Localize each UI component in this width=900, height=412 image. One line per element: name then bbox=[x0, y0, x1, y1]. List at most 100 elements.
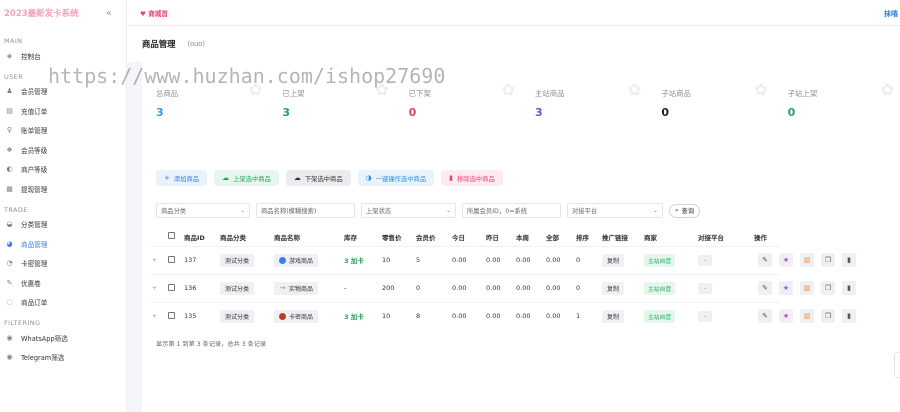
stats-row: 总商品 3 ✿ 已上架 3 ✿ 已下架 0 ✿ 主站商品 3 ✿ 子站商品 0 ✿ 子站上架 0 ✿ bbox=[142, 72, 900, 144]
sidebar-item-2[interactable]: ◔ 卡密管理 bbox=[0, 254, 126, 274]
row-ops: ✎ ★ ▥ ❐ ▮ bbox=[758, 309, 863, 323]
sidebar-item-0[interactable]: ◒ 分类管理 bbox=[0, 215, 126, 235]
chevron-down-icon: ⌄ bbox=[239, 207, 245, 214]
category-icon: ◒ bbox=[6, 220, 13, 229]
edit-icon[interactable]: ✎ bbox=[758, 309, 772, 323]
trash-icon[interactable]: ▮ bbox=[842, 281, 856, 295]
merchant-badge-cell: 主站自营 bbox=[642, 301, 696, 330]
sidebar-item-4[interactable]: ◐ 商户等级 bbox=[0, 160, 126, 180]
goods-name-cell: → 实物商品 bbox=[272, 273, 342, 302]
member-price-cell: 8 bbox=[414, 301, 450, 330]
merchant-level-icon: ◐ bbox=[6, 165, 13, 174]
col-header: 会员价 bbox=[416, 233, 436, 242]
goods-name-input[interactable]: 商品名称(模糊搜索) bbox=[256, 203, 355, 218]
sidebar-item-0[interactable]: ◉ WhatsApp筛选 bbox=[0, 328, 126, 348]
double-chevron-left-icon[interactable]: « bbox=[106, 8, 112, 19]
platform-value: - bbox=[698, 254, 712, 266]
star-icon[interactable]: ★ bbox=[779, 309, 793, 323]
edit-icon[interactable]: ✎ bbox=[758, 281, 772, 295]
card-list-icon[interactable]: ▥ bbox=[800, 253, 814, 267]
sales-week-cell: 0.00 bbox=[514, 301, 544, 330]
star-icon[interactable]: ★ bbox=[779, 281, 793, 295]
edit-icon[interactable]: ✎ bbox=[758, 253, 772, 267]
copy-icon[interactable]: ❐ bbox=[821, 253, 835, 267]
expand-icon[interactable]: + bbox=[152, 257, 157, 264]
bill-icon: ♀ bbox=[6, 126, 13, 135]
card-list-icon[interactable]: ▥ bbox=[800, 281, 814, 295]
paw-icon: ✿ bbox=[754, 80, 768, 99]
sales-yesterday-cell: 0.00 bbox=[484, 273, 514, 302]
sidebar-item-1[interactable]: ▤ 充值订单 bbox=[0, 101, 126, 121]
add-goods-button[interactable]: + 添加商品 bbox=[156, 170, 208, 186]
shelf-on-button[interactable]: ☁ 上架选中商品 bbox=[214, 170, 279, 186]
col-header: 排序 bbox=[576, 233, 589, 242]
category-select[interactable]: 商品分类 ⌄ bbox=[156, 203, 250, 218]
sidebar-item-3[interactable]: ✎ 优惠卷 bbox=[0, 273, 126, 293]
sidebar-item-0[interactable]: ◈ 控制台 bbox=[0, 46, 126, 66]
stat-card: 子站上架 0 ✿ bbox=[774, 72, 900, 144]
card-icon bbox=[279, 312, 286, 320]
select-all-checkbox[interactable] bbox=[168, 232, 175, 240]
platform-select[interactable]: 对接平台 ⌄ bbox=[567, 203, 663, 218]
expand-icon[interactable]: + bbox=[152, 313, 157, 320]
goods-name-tag[interactable]: 游戏商品 bbox=[274, 253, 319, 267]
goods-name: 实物商品 bbox=[289, 285, 314, 293]
col-header: 推广链接 bbox=[602, 233, 628, 242]
toolbar: + 添加商品 ☁ 上架选中商品 ☁ 下架选中商品 ◑ 一键操作选中商品 ▮ 移除选中商品 bbox=[156, 170, 510, 186]
sidebar-nav: MAIN ◈ 控制台 USER ♟ 会员管理 ▤ 充值订单 ♀ 账单管理 ❖ 会员等级 ◐ 商户等级 ▦ 提现… bbox=[0, 36, 126, 367]
page-header: 商品管理 (ouo) bbox=[127, 26, 900, 62]
sidebar-item-0[interactable]: ♟ 会员管理 bbox=[0, 82, 126, 102]
copy-icon[interactable]: ❐ bbox=[821, 309, 835, 323]
paw-icon: ✿ bbox=[880, 80, 894, 99]
brand-title: 2023最新发卡系统 bbox=[4, 9, 79, 19]
row-checkbox[interactable] bbox=[168, 311, 175, 319]
goods-id-cell: 136 bbox=[182, 273, 218, 302]
card-list-icon[interactable]: ▥ bbox=[800, 309, 814, 323]
copy-icon[interactable]: ❐ bbox=[821, 281, 835, 295]
withdraw-icon: ▦ bbox=[6, 184, 13, 193]
sidebar-item-3[interactable]: ❖ 会员等级 bbox=[0, 140, 126, 160]
sidebar-item-label: 商品管理 bbox=[21, 240, 48, 249]
sidebar-item-5[interactable]: ▦ 提现管理 bbox=[0, 179, 126, 199]
sidebar-item-2[interactable]: ♀ 账单管理 bbox=[0, 121, 126, 141]
row-checkbox[interactable] bbox=[168, 283, 175, 291]
sidebar-item-label: 卡密管理 bbox=[21, 260, 48, 269]
stock: 3 加卡 bbox=[344, 313, 364, 322]
delete-selected-button[interactable]: ▮ 移除选中商品 bbox=[441, 170, 503, 186]
stat-value: 0 bbox=[661, 106, 669, 119]
member-id-input[interactable]: 所属会员ID，0=系统 bbox=[462, 203, 561, 218]
side-edge-tab[interactable] bbox=[894, 352, 900, 378]
col-header: 操作 bbox=[754, 233, 767, 242]
trash-icon[interactable]: ▮ bbox=[842, 309, 856, 323]
copy-promo-button[interactable]: 复制 bbox=[602, 253, 625, 267]
sidebar-item-1[interactable]: ◕ 商品管理 bbox=[0, 234, 126, 254]
copy-promo-button[interactable]: 复制 bbox=[602, 281, 625, 295]
pagination-info: 显示第 1 到第 3 条记录，总共 3 条记录 bbox=[156, 341, 267, 348]
goods-name-tag[interactable]: 卡密商品 bbox=[274, 309, 319, 323]
store-home-link[interactable]: ♥ 商城首 bbox=[140, 8, 168, 18]
stat-value: 3 bbox=[534, 106, 543, 119]
shelf-off-button[interactable]: ☁ 下架选中商品 bbox=[285, 170, 351, 186]
sales-yesterday: 0.00 bbox=[486, 256, 501, 264]
star-icon[interactable]: ★ bbox=[779, 253, 793, 267]
select-cell bbox=[166, 273, 182, 302]
retail-price: 10 bbox=[382, 256, 391, 264]
sales-week: 0.00 bbox=[516, 312, 531, 321]
copy-promo-button[interactable]: 复制 bbox=[602, 309, 625, 323]
promo-link-cell: 复制 bbox=[600, 273, 642, 302]
batch-operate-button[interactable]: ◑ 一键操作选中商品 bbox=[357, 170, 435, 186]
goods-name-cell: 卡密商品 bbox=[272, 301, 342, 330]
sales-all: 0.00 bbox=[546, 256, 561, 264]
row-checkbox[interactable] bbox=[168, 255, 175, 263]
search-button[interactable]: ⌕ 查询 bbox=[669, 203, 701, 218]
col-header: 库存 bbox=[344, 233, 357, 242]
trash-icon[interactable]: ▮ bbox=[842, 253, 856, 267]
status-select[interactable]: 上架状态 ⌄ bbox=[361, 203, 456, 218]
row-ops: ✎ ★ ▥ ❐ ▮ bbox=[758, 253, 863, 267]
expand-icon[interactable]: + bbox=[152, 285, 157, 292]
sidebar-item-1[interactable]: ◉ Telegram筛选 bbox=[0, 348, 126, 368]
topbar-corner-text[interactable]: 抹嘻 bbox=[884, 9, 898, 19]
goods-name-tag[interactable]: → 实物商品 bbox=[274, 281, 319, 295]
sidebar-item-4[interactable]: ◌ 商品订单 bbox=[0, 293, 126, 313]
stat-value: 0 bbox=[408, 106, 417, 119]
